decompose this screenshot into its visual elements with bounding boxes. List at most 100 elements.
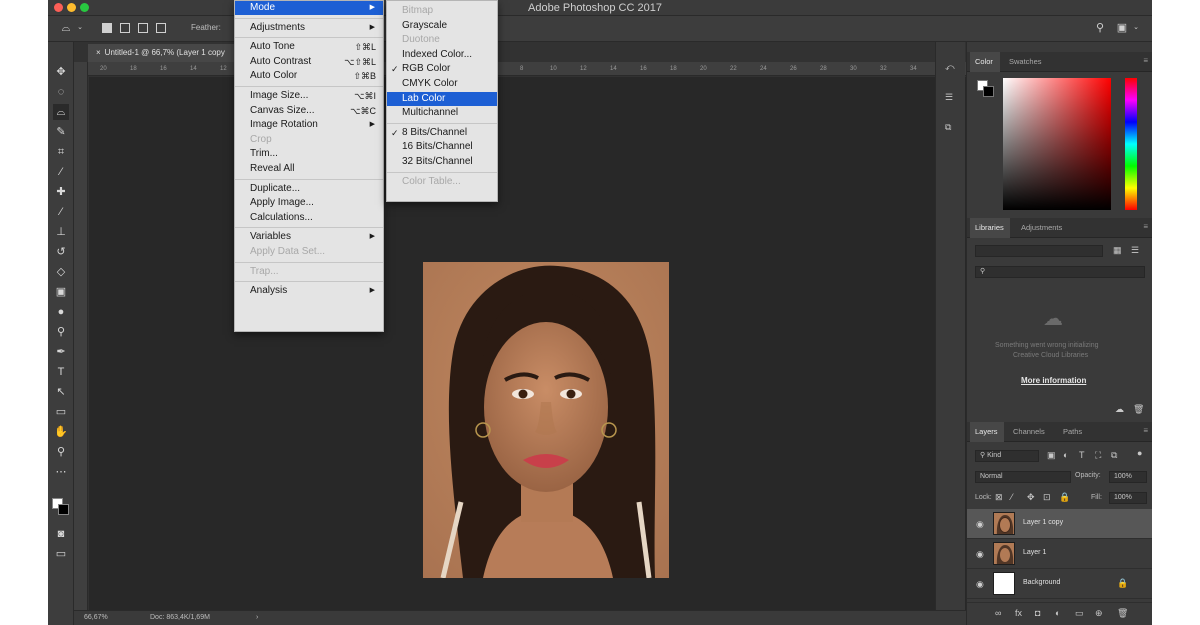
filter-type-icon[interactable]: T — [1079, 450, 1085, 460]
zoom-window-button[interactable] — [80, 3, 89, 12]
menu-item-lab-color[interactable]: Lab Color — [387, 91, 497, 106]
hue-slider[interactable] — [1125, 78, 1137, 210]
lasso-tool-icon[interactable]: ⌓ — [53, 104, 69, 120]
trash-icon[interactable]: 🗑 — [1133, 404, 1144, 415]
menu-item-apply-image[interactable]: Apply Image... — [235, 196, 383, 210]
zoom-tool-icon[interactable]: ⚲ — [53, 444, 69, 460]
background-color-chip[interactable] — [983, 86, 994, 97]
workspace-icon[interactable]: ▣ — [1116, 22, 1128, 34]
menu-item-trim[interactable]: Trim... — [235, 147, 383, 161]
add-to-selection-icon[interactable] — [120, 23, 130, 33]
eraser-tool-icon[interactable]: ◇ — [53, 264, 69, 280]
filter-pixel-icon[interactable]: ▣ — [1047, 450, 1056, 461]
minimize-window-button[interactable] — [67, 3, 76, 12]
library-select[interactable] — [975, 245, 1103, 257]
path-selection-tool-icon[interactable]: ↖ — [53, 384, 69, 400]
lock-transparency-icon[interactable]: ⊠ — [995, 492, 1003, 503]
menu-item-8-bits-channel[interactable]: ✓ 8 Bits/Channel — [387, 126, 497, 140]
lock-artboard-icon[interactable]: ⊡ — [1043, 492, 1051, 503]
zoom-level[interactable]: 66,67% — [84, 614, 108, 621]
fill-input[interactable]: 100% — [1109, 492, 1147, 504]
menu-item-adjustments[interactable]: Adjustments ▶ — [235, 21, 383, 35]
move-tool-icon[interactable]: ✥ — [53, 64, 69, 80]
panel-menu-icon[interactable]: ≡ — [1143, 222, 1148, 231]
menu-item-reveal-all[interactable]: Reveal All — [235, 162, 383, 176]
clone-stamp-tool-icon[interactable]: ⊥ — [53, 224, 69, 240]
character-panel-icon[interactable]: ⧉ — [945, 122, 951, 133]
menu-item-duplicate[interactable]: Duplicate... — [235, 182, 383, 196]
intersect-selection-icon[interactable] — [156, 23, 166, 33]
menu-item-cmyk-color[interactable]: CMYK Color — [387, 77, 497, 91]
lock-position-icon[interactable]: ✥ — [1027, 492, 1035, 503]
more-tools-icon[interactable]: ⋯ — [53, 464, 69, 480]
delete-layer-icon[interactable]: 🗑 — [1117, 608, 1128, 619]
lasso-tool-preset-icon[interactable]: ⌓ — [60, 22, 72, 34]
menu-item-auto-contrast[interactable]: Auto Contrast ⌥⇧⌘L — [235, 55, 383, 69]
blur-tool-icon[interactable]: ● — [53, 304, 69, 320]
new-group-icon[interactable]: ▭ — [1075, 608, 1084, 619]
eyedropper-tool-icon[interactable]: ⁄ — [53, 164, 69, 180]
tab-swatches[interactable]: Swatches — [1009, 57, 1042, 66]
gradient-tool-icon[interactable]: ▣ — [53, 284, 69, 300]
menu-item-auto-tone[interactable]: Auto Tone ⇧⌘L — [235, 40, 383, 54]
link-layers-icon[interactable]: ∞ — [995, 608, 1001, 618]
menu-item-16-bits-channel[interactable]: 16 Bits/Channel — [387, 140, 497, 154]
layer-row-background[interactable]: ◉ Background 🔒 — [967, 569, 1152, 599]
filter-smart-object-icon[interactable]: ⧉ — [1111, 450, 1117, 461]
filter-shape-icon[interactable]: ⛶ — [1095, 450, 1101, 461]
chevron-down-icon[interactable]: ⌄ — [1130, 22, 1142, 34]
crop-tool-icon[interactable]: ⌗ — [53, 144, 69, 160]
menu-item-rgb-color[interactable]: ✓ RGB Color — [387, 62, 497, 76]
menu-item-canvas-size[interactable]: Canvas Size... ⌥⌘C — [235, 104, 383, 118]
layer-style-icon[interactable]: fx — [1015, 608, 1022, 618]
healing-brush-tool-icon[interactable]: ✚ — [53, 184, 69, 200]
layer-row-layer-1-copy[interactable]: ◉ Layer 1 copy — [967, 509, 1152, 539]
hand-tool-icon[interactable]: ✋ — [53, 424, 69, 440]
chevron-down-icon[interactable]: ⌄ — [74, 22, 86, 34]
new-selection-icon[interactable] — [102, 23, 112, 33]
filter-toggle-icon[interactable]: ● — [1137, 448, 1142, 458]
blend-mode-select[interactable]: Normal — [975, 471, 1071, 483]
panel-menu-icon[interactable]: ≡ — [1143, 56, 1148, 65]
rectangle-tool-icon[interactable]: ▭ — [53, 404, 69, 420]
visibility-eye-icon[interactable]: ◉ — [976, 549, 984, 560]
close-tab-icon[interactable]: × — [96, 48, 101, 57]
grid-view-icon[interactable]: ▦ — [1113, 245, 1122, 256]
tab-channels[interactable]: Channels — [1013, 427, 1045, 436]
opacity-input[interactable]: 100% — [1109, 471, 1147, 483]
properties-panel-icon[interactable]: ☰ — [945, 92, 953, 103]
cloud-sync-icon[interactable]: ☁ — [1115, 404, 1124, 415]
lock-pixels-icon[interactable]: ⁄ — [1011, 492, 1013, 502]
add-mask-icon[interactable]: ◘ — [1035, 608, 1040, 618]
quick-mask-icon[interactable]: ◙ — [53, 526, 69, 542]
more-information-link[interactable]: More information — [1021, 376, 1086, 385]
subtract-from-selection-icon[interactable] — [138, 23, 148, 33]
tab-paths[interactable]: Paths — [1063, 427, 1082, 436]
tab-layers[interactable]: Layers — [975, 427, 998, 436]
screen-mode-icon[interactable]: ▭ — [53, 546, 69, 562]
menu-item-variables[interactable]: Variables ▶ — [235, 230, 383, 244]
menu-item-indexed-color[interactable]: Indexed Color... — [387, 48, 497, 62]
list-view-icon[interactable]: ☰ — [1131, 245, 1139, 256]
quick-select-tool-icon[interactable]: ✎ — [53, 124, 69, 140]
menu-item-multichannel[interactable]: Multichannel — [387, 106, 497, 120]
canvas-area[interactable] — [89, 77, 968, 610]
marquee-tool-icon[interactable]: ◌ — [53, 84, 69, 100]
visibility-eye-icon[interactable]: ◉ — [976, 579, 984, 590]
history-brush-tool-icon[interactable]: ↺ — [53, 244, 69, 260]
visibility-eye-icon[interactable]: ◉ — [976, 519, 984, 530]
layer-filter-select[interactable]: ⚲ Kind — [975, 450, 1039, 462]
layer-row-layer-1[interactable]: ◉ Layer 1 — [967, 539, 1152, 569]
menu-item-mode[interactable]: Mode ▶ — [235, 1, 383, 15]
search-icon[interactable]: ⚲ — [1094, 22, 1106, 34]
pen-tool-icon[interactable]: ✒ — [53, 344, 69, 360]
brush-tool-icon[interactable]: ⁄ — [53, 204, 69, 220]
adjustment-layer-icon[interactable]: ◐ — [1055, 608, 1060, 618]
close-window-button[interactable] — [54, 3, 63, 12]
tab-libraries[interactable]: Libraries — [975, 223, 1004, 232]
panel-menu-icon[interactable]: ≡ — [1143, 426, 1148, 435]
type-tool-icon[interactable]: T — [53, 364, 69, 380]
lock-all-icon[interactable]: 🔒 — [1059, 492, 1070, 503]
menu-item-image-size[interactable]: Image Size... ⌥⌘I — [235, 89, 383, 103]
tab-color[interactable]: Color — [975, 57, 993, 66]
